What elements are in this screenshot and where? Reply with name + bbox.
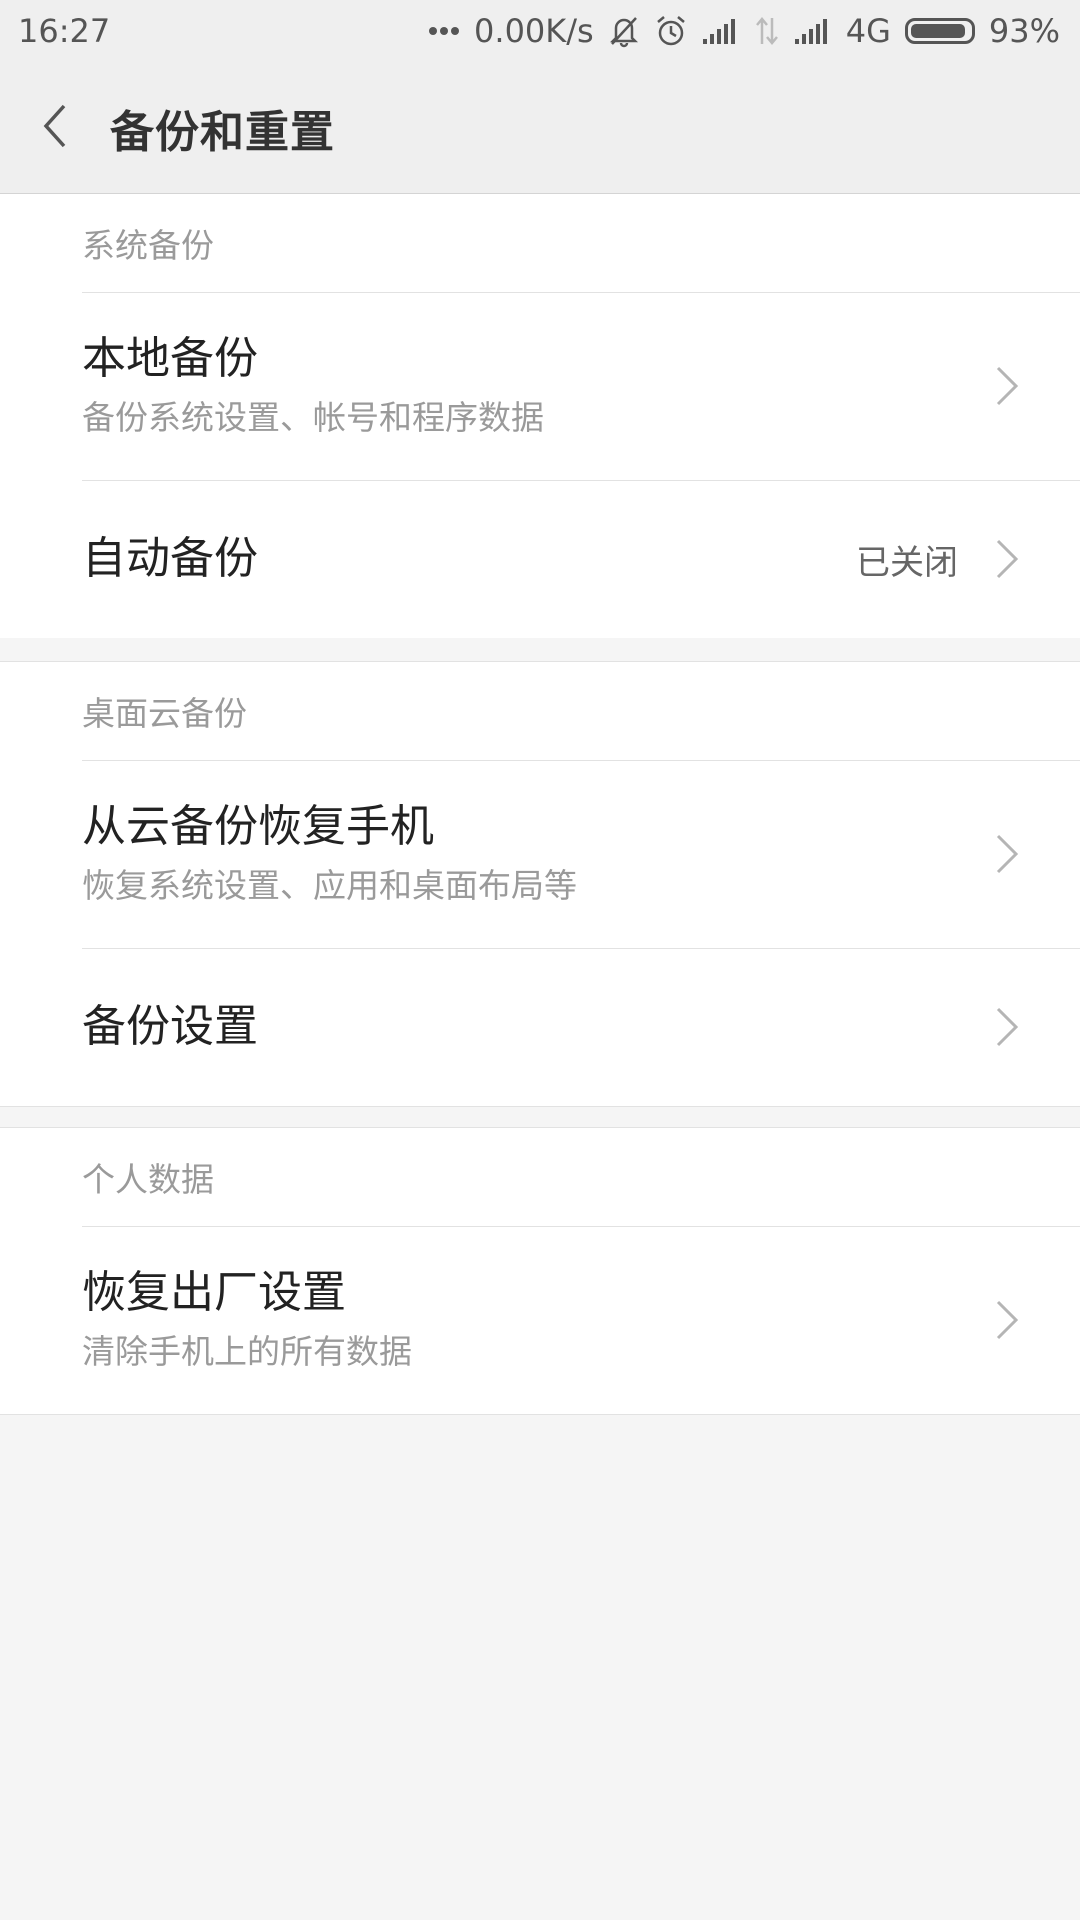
chevron-right-icon bbox=[994, 832, 1020, 876]
section-system-backup: 系统备份 本地备份 备份系统设置、帐号和程序数据 自动备份 已关闭 bbox=[0, 194, 1080, 638]
network-speed: 0.00K/s bbox=[474, 12, 594, 50]
chevron-right-icon bbox=[994, 1005, 1020, 1049]
item-subtitle: 清除手机上的所有数据 bbox=[82, 1332, 412, 1372]
item-subtitle: 恢复系统设置、应用和桌面布局等 bbox=[82, 866, 577, 906]
app-header: 备份和重置 bbox=[0, 62, 1080, 194]
page-title: 备份和重置 bbox=[110, 106, 335, 158]
section-title: 个人数据 bbox=[82, 1160, 214, 1199]
item-title: 自动备份 bbox=[82, 532, 258, 584]
item-title: 从云备份恢复手机 bbox=[82, 800, 434, 852]
more-dots-icon bbox=[428, 25, 460, 37]
status-bar: 16:27 0.00K/s 4G 93% bbox=[0, 0, 1080, 62]
chevron-right-icon bbox=[994, 1298, 1020, 1342]
item-title: 恢复出厂设置 bbox=[82, 1266, 346, 1318]
alarm-icon bbox=[654, 14, 688, 48]
section-title: 桌面云备份 bbox=[82, 694, 247, 733]
local-backup-item[interactable]: 本地备份 备份系统设置、帐号和程序数据 bbox=[0, 292, 1080, 480]
divider bbox=[82, 760, 1080, 761]
network-type: 4G bbox=[845, 12, 891, 50]
chevron-left-icon bbox=[40, 102, 70, 154]
chevron-right-icon bbox=[994, 364, 1020, 408]
backup-settings-item[interactable]: 备份设置 bbox=[0, 948, 1080, 1106]
divider bbox=[82, 948, 1080, 949]
item-subtitle: 备份系统设置、帐号和程序数据 bbox=[82, 398, 544, 438]
signal-icon bbox=[702, 17, 740, 45]
section-title: 系统备份 bbox=[82, 226, 214, 265]
factory-reset-item[interactable]: 恢复出厂设置 清除手机上的所有数据 bbox=[0, 1226, 1080, 1414]
auto-backup-status: 已关闭 bbox=[856, 542, 958, 583]
divider bbox=[82, 292, 1080, 293]
status-time: 16:27 bbox=[18, 12, 111, 50]
chevron-right-icon bbox=[994, 537, 1020, 581]
item-title: 备份设置 bbox=[82, 1000, 258, 1052]
auto-backup-item[interactable]: 自动备份 已关闭 bbox=[0, 480, 1080, 638]
bell-muted-icon bbox=[608, 14, 640, 48]
signal-icon bbox=[794, 17, 832, 45]
data-arrows-icon bbox=[754, 16, 780, 46]
divider bbox=[82, 480, 1080, 481]
restore-from-cloud-item[interactable]: 从云备份恢复手机 恢复系统设置、应用和桌面布局等 bbox=[0, 760, 1080, 948]
section-personal-data: 个人数据 恢复出厂设置 清除手机上的所有数据 bbox=[0, 1127, 1080, 1415]
battery-percent: 93% bbox=[988, 12, 1060, 50]
back-button[interactable] bbox=[0, 62, 110, 194]
section-cloud-backup: 桌面云备份 从云备份恢复手机 恢复系统设置、应用和桌面布局等 备份设置 bbox=[0, 661, 1080, 1107]
battery-level bbox=[910, 24, 965, 38]
item-title: 本地备份 bbox=[82, 332, 258, 384]
status-icons: 0.00K/s 4G 93% bbox=[428, 12, 1080, 50]
divider bbox=[82, 1226, 1080, 1227]
battery-icon bbox=[904, 18, 975, 44]
